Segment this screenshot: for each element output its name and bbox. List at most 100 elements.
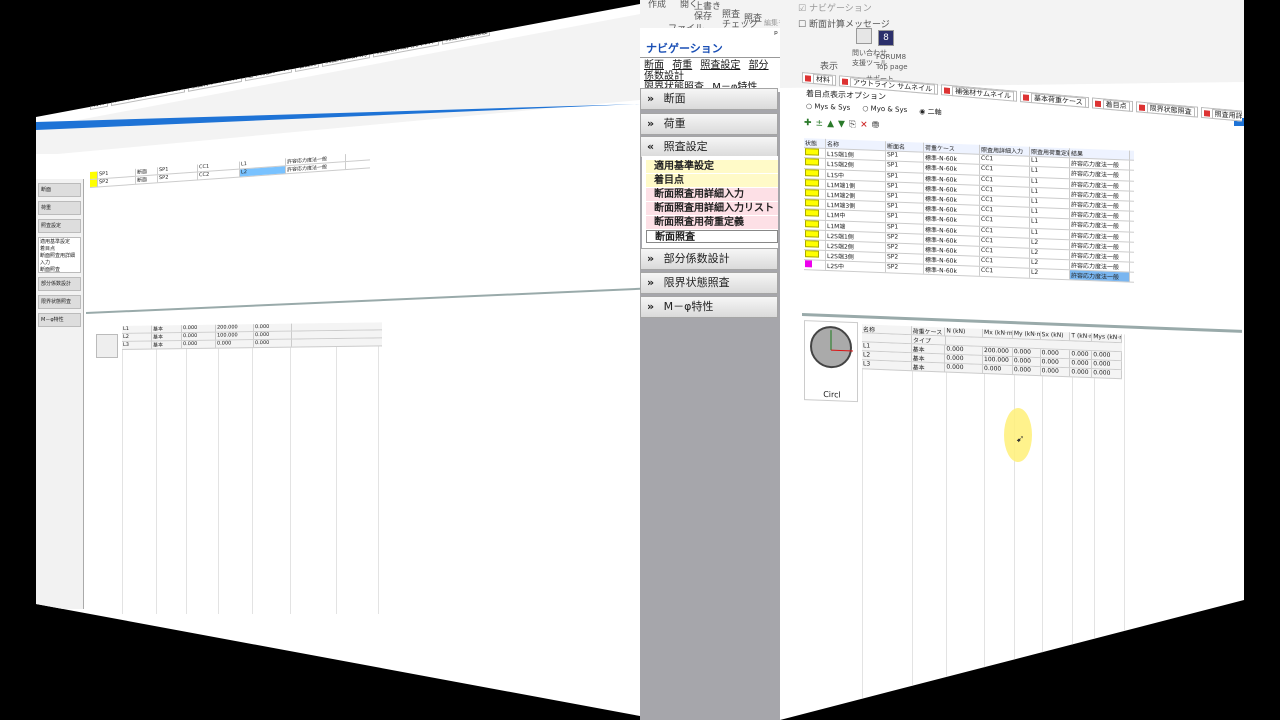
nav-section-section[interactable]: » 断面 — [640, 88, 778, 110]
cell[interactable]: 基本 — [152, 333, 182, 341]
cell[interactable]: 200.000 — [216, 324, 254, 332]
left-nav-subitem[interactable]: 断面照査用詳細入力 — [40, 253, 79, 267]
cell-t[interactable]: 0.000 — [1070, 359, 1093, 369]
cell[interactable]: 100.000 — [216, 332, 254, 340]
cell-type[interactable]: 基本 — [911, 353, 946, 363]
left-tab[interactable]: 材料 — [90, 96, 109, 110]
cell-sx[interactable]: 0.000 — [1040, 349, 1071, 359]
left-nav-section[interactable]: 限界状態照査 — [38, 295, 81, 309]
cell-def[interactable]: L1 — [1030, 187, 1070, 199]
cell[interactable]: 0.000 — [182, 340, 216, 349]
pin-icon[interactable]: ᵖ — [774, 30, 778, 40]
cell-section[interactable]: SP1 — [886, 181, 924, 193]
copy-icon[interactable]: ⎘ — [849, 120, 856, 134]
cell-type[interactable]: 基本 — [911, 344, 946, 354]
cell-mys[interactable]: 0.000 — [1092, 369, 1122, 379]
left-splitter[interactable] — [86, 287, 640, 314]
status-cell[interactable] — [804, 178, 826, 189]
cell-section[interactable]: SP1 — [886, 222, 924, 234]
delete-icon[interactable]: ✕ — [860, 120, 868, 134]
cell-my[interactable]: 0.000 — [1012, 366, 1041, 376]
nav-section-partial-factor[interactable]: » 部分係数設計 — [640, 248, 778, 270]
status-cell[interactable] — [804, 148, 826, 159]
nav-item-detail-input[interactable]: 断面照査用詳細入力 — [646, 188, 778, 201]
left-tab[interactable]: 照査用詳細入力リスト — [373, 35, 440, 58]
status-cell[interactable] — [804, 209, 826, 220]
cell-case[interactable]: SP2 — [158, 172, 198, 183]
cell-detail[interactable]: CC1 — [980, 155, 1030, 167]
cell-t[interactable]: 0.000 — [1070, 350, 1093, 360]
cell-name[interactable]: L3 — [862, 360, 912, 371]
cell-def[interactable]: L1 — [1030, 197, 1070, 209]
nav-section-limit-state[interactable]: » 限界状態照査 — [640, 272, 778, 294]
cell-detail[interactable]: CC1 — [980, 205, 1030, 218]
overwrite-save-button[interactable]: 上書き 保存 — [694, 2, 721, 22]
cell-detail[interactable]: CC1 — [980, 226, 1030, 238]
radio-mys-sys[interactable]: ○ Mys & Sys — [806, 102, 850, 114]
cell-n[interactable]: 0.000 — [945, 345, 984, 355]
nav-section-m-phi[interactable]: » M－φ特性 — [640, 296, 778, 318]
cell-t[interactable]: 0.000 — [1070, 368, 1093, 378]
status-cell[interactable] — [804, 229, 826, 240]
move-down-icon[interactable]: ▼ — [838, 119, 845, 133]
status-cell[interactable] — [804, 189, 826, 200]
cell-def[interactable]: L2 — [1030, 258, 1070, 270]
cell-name[interactable]: L2S中 — [826, 261, 886, 273]
add-row-icon[interactable]: ✚ — [804, 118, 812, 132]
cell[interactable]: 0.000 — [254, 323, 292, 332]
left-tab[interactable]: 補強材サムネイル — [187, 71, 242, 92]
cell-detail[interactable]: CC1 — [980, 256, 1030, 269]
nav-section-verify-setting[interactable]: « 照査設定 — [640, 136, 778, 158]
status-cell[interactable] — [804, 250, 826, 261]
cell-detail[interactable]: CC1 — [980, 236, 1030, 248]
tab-material[interactable]: 材料 — [802, 72, 836, 86]
cell[interactable]: 0.000 — [182, 332, 216, 341]
status-cell[interactable] — [804, 260, 826, 271]
nav-link-section[interactable]: 断面 — [644, 60, 664, 71]
cell-section[interactable]: SP1 — [886, 202, 924, 213]
verify-button[interactable]: 照査 — [744, 14, 762, 24]
cell-section[interactable]: SP2 — [886, 253, 924, 264]
cell-detail[interactable]: CC1 — [980, 185, 1030, 197]
left-nav-section[interactable]: 部分係数設計 — [38, 277, 81, 291]
cell-detail[interactable]: CC1 — [980, 175, 1030, 187]
cell-case[interactable]: 標準-N-60k — [924, 264, 980, 277]
left-tab[interactable]: 照査用詳細入力 — [322, 48, 371, 67]
cell-section[interactable]: SP1 — [886, 171, 924, 183]
cell-def[interactable]: L1 — [1030, 156, 1070, 168]
cell-section[interactable]: SP1 — [886, 192, 924, 203]
left-nav-subitem[interactable]: 断面照査 — [40, 267, 79, 274]
cell-section[interactable]: SP2 — [886, 232, 924, 244]
cell-mys[interactable]: 0.000 — [1092, 351, 1122, 361]
cell-section[interactable]: SP2 — [886, 263, 924, 275]
status-cell[interactable] — [804, 219, 826, 230]
radio-myo-sys[interactable]: ○ Myo & Sys — [862, 104, 907, 116]
cell-name[interactable]: SP2 — [98, 176, 136, 187]
left-tab[interactable]: 照査用荷重定義 — [442, 25, 491, 45]
insert-row-icon[interactable]: ± — [816, 119, 824, 133]
left-tab[interactable]: 基本荷重ケース — [244, 62, 293, 82]
nav-item-section-verify[interactable]: 断面照査 — [646, 230, 778, 243]
cell-sx[interactable]: 0.000 — [1040, 367, 1071, 377]
cell[interactable]: 0.000 — [254, 339, 292, 348]
nav-item-standard[interactable]: 適用基準設定 — [646, 160, 778, 173]
cell-detail[interactable]: CC2 — [198, 169, 240, 180]
status-cell[interactable] — [804, 168, 826, 179]
cell-mx[interactable]: 100.000 — [983, 355, 1013, 366]
cell[interactable]: 0.000 — [216, 340, 254, 348]
cell[interactable]: 基本 — [152, 341, 182, 349]
cell-def[interactable]: L1 — [1030, 177, 1070, 189]
cell[interactable]: 基本 — [152, 325, 182, 333]
cell-def[interactable]: L1 — [1030, 167, 1070, 178]
status-cell[interactable] — [804, 158, 826, 169]
filter-icon[interactable]: ⛃ — [872, 121, 880, 135]
left-nav-section[interactable]: 照査設定 — [38, 219, 81, 233]
cell-section[interactable]: SP1 — [886, 161, 924, 173]
cell[interactable]: 0.000 — [254, 331, 292, 340]
nav-section-load[interactable]: » 荷重 — [640, 113, 778, 135]
left-nav-subitem[interactable]: 適用基準設定 — [40, 239, 79, 246]
nav-link-load[interactable]: 荷重 — [672, 60, 692, 71]
cell-def[interactable]: L2 — [1030, 238, 1070, 250]
status-cell[interactable] — [804, 239, 826, 250]
cell-def[interactable]: L2 — [1030, 269, 1070, 280]
